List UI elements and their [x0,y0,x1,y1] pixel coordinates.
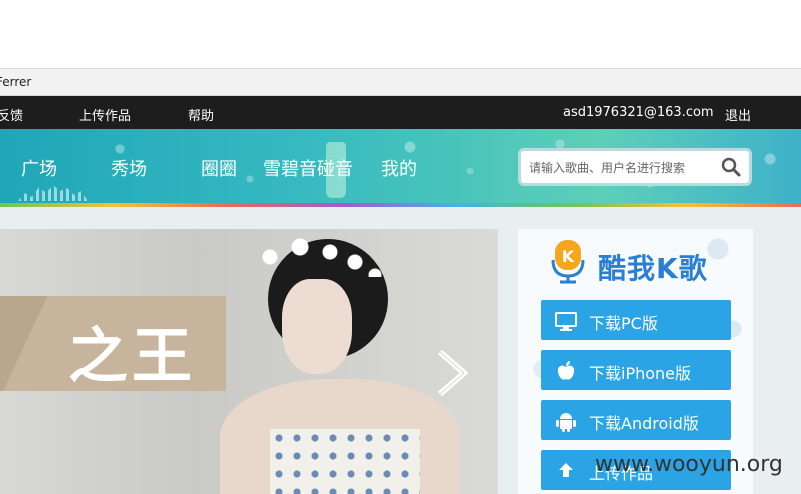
download-iphone-label: 下载iPhone版 [589,364,692,383]
monitor-icon [555,312,577,331]
color-strip [0,203,801,207]
user-email-link[interactable]: asd1976321@163.com [563,105,714,120]
microphone-k-icon: K [551,240,585,284]
upload-icon [559,463,573,477]
blank-area [0,0,801,68]
android-icon [556,413,576,432]
download-iphone-button[interactable]: 下载iPhone版 [541,350,731,390]
hero-title-slash [0,296,60,391]
hero-title: 之王 [68,322,196,392]
search-box [518,148,752,186]
apple-icon [557,361,575,380]
nav-plaza[interactable]: 广场 [21,155,57,181]
download-android-button[interactable]: 下载Android版 [541,400,731,440]
upload-work-link[interactable]: 上传作品 [79,105,131,124]
search-input[interactable] [527,157,721,179]
hero-photo-flower-wreath [255,237,385,277]
download-android-label: 下载Android版 [589,414,699,433]
nav-circle[interactable]: 圈圈 [201,155,237,181]
help-link[interactable]: 帮助 [188,105,214,124]
logout-link[interactable]: 退出 [725,105,751,124]
nav-mine[interactable]: 我的 [381,155,417,181]
hero-carousel[interactable]: 之王 [0,229,498,494]
hero-photo-face [282,279,352,374]
top-bar: 反馈 上传作品 帮助 asd1976321@163.com 退出 [0,96,801,129]
nav-sprite-event[interactable]: 雪碧音碰音 [263,155,353,181]
app-name: 酷我K歌 [598,252,708,285]
chevron-right-icon[interactable] [432,348,472,398]
address-bar-text: Ferrer [0,75,32,89]
address-bar[interactable]: Ferrer [0,68,801,96]
feedback-link[interactable]: 反馈 [0,105,23,124]
watermark: www.wooyun.org [595,452,783,477]
svg-text:K: K [562,247,575,266]
nav-show[interactable]: 秀场 [111,155,147,181]
search-icon[interactable] [721,157,741,177]
download-pc-label: 下载PC版 [589,314,658,333]
hero-photo-dress [270,429,420,494]
download-pc-button[interactable]: 下载PC版 [541,300,731,340]
